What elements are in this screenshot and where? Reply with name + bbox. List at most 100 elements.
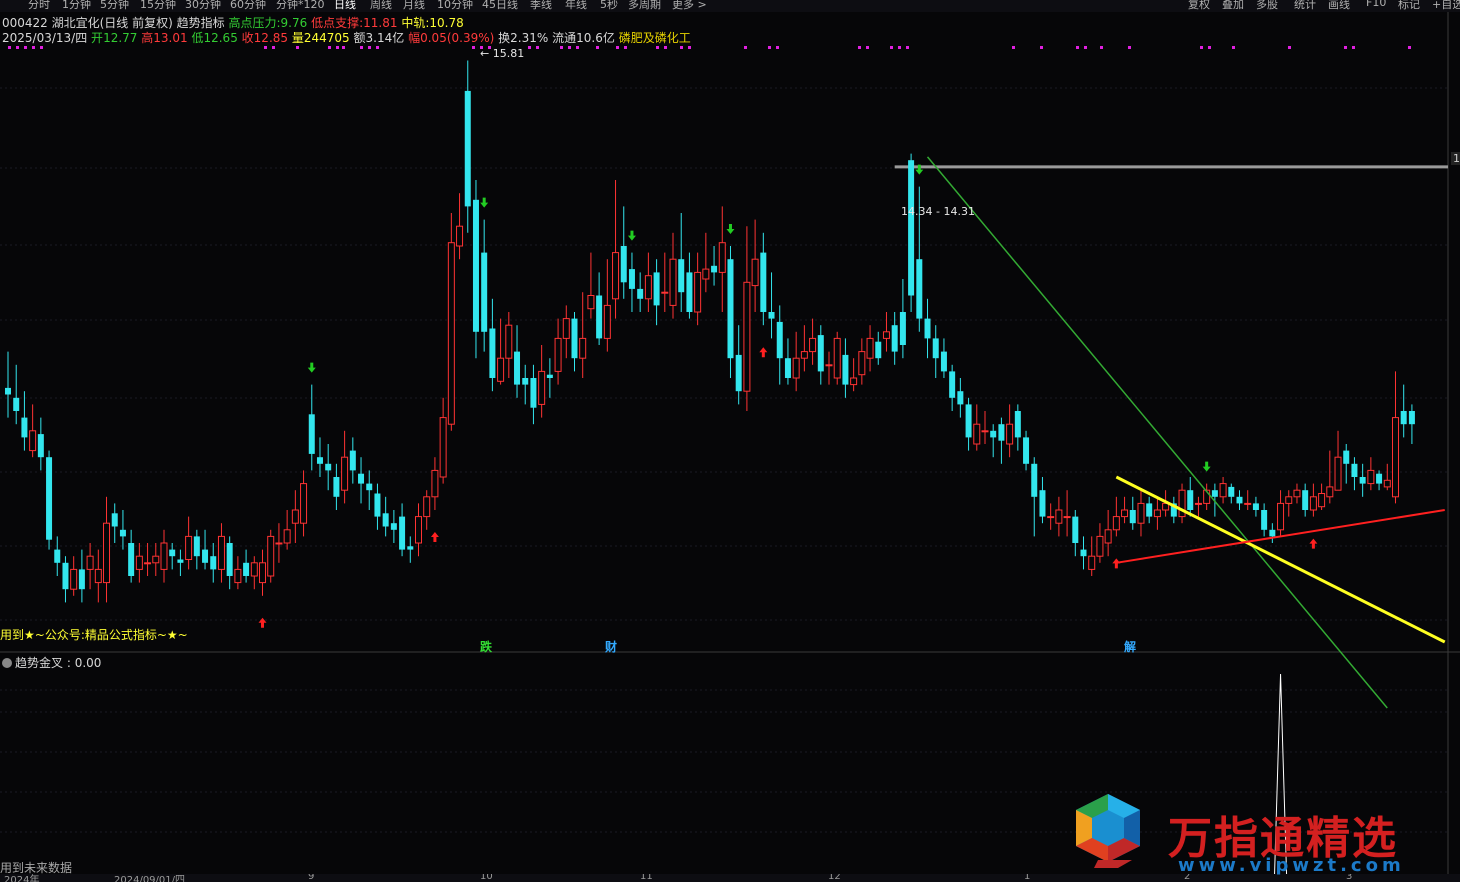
buy-arrow-icon	[1309, 538, 1318, 549]
candle-body	[792, 357, 800, 379]
candle-body	[185, 535, 193, 561]
candle-body	[5, 387, 11, 395]
candle-body	[1269, 529, 1276, 537]
candle-body	[678, 259, 685, 293]
candle-body	[661, 291, 669, 294]
candle-body	[1014, 411, 1021, 438]
candle-body	[809, 337, 817, 353]
right-price-tag: 14	[1451, 152, 1460, 165]
candle-body	[78, 569, 85, 590]
candle-body	[1252, 503, 1259, 510]
signal-dot	[16, 46, 19, 49]
candle-body	[957, 391, 964, 405]
candle-body	[1400, 411, 1407, 425]
candle-body	[1194, 502, 1202, 505]
signal-dot	[898, 46, 901, 49]
candle-body	[1104, 529, 1112, 544]
candle-body	[217, 535, 225, 570]
signal-dot	[328, 46, 331, 49]
candle-body	[1359, 477, 1366, 484]
candle-body	[202, 549, 209, 563]
signal-dot	[576, 46, 579, 49]
candle-body	[760, 252, 767, 312]
candle-body	[447, 242, 455, 425]
candle-body	[1129, 510, 1136, 524]
candle-body	[702, 268, 710, 280]
signal-dot	[1200, 46, 1203, 49]
candle-body	[882, 331, 890, 339]
candle-body	[1383, 479, 1391, 488]
candle-body	[316, 457, 323, 464]
candle-body	[965, 404, 972, 438]
signal-dot	[272, 46, 275, 49]
candle-body	[916, 259, 923, 319]
candle-body	[1277, 502, 1285, 531]
signal-dot	[40, 46, 43, 49]
date-axis-tick-4: 11	[640, 874, 653, 882]
candle-body	[1023, 437, 1030, 464]
candle-body	[686, 272, 693, 312]
high-price-label: ← 15.81	[480, 47, 525, 60]
event-marker-0[interactable]: 跌	[479, 638, 493, 655]
candle-body	[866, 337, 874, 359]
indicator-name-sub[interactable]: 趋势金叉	[15, 656, 63, 670]
candle-body	[29, 430, 37, 452]
signal-dot	[596, 46, 599, 49]
candle-body	[637, 288, 644, 299]
promo-text: 用到★~公众号:精品公式指标~★~	[0, 628, 188, 642]
signal-dot	[688, 46, 691, 49]
candle-body	[1121, 509, 1129, 518]
candle-body	[932, 338, 939, 359]
event-marker-1[interactable]: 财	[604, 638, 618, 655]
candle-body	[325, 463, 332, 471]
date-axis-tick-0: 2024年	[4, 875, 40, 882]
candle-body	[1391, 417, 1399, 498]
brand-logo-icon	[1076, 794, 1140, 868]
candle-body	[152, 555, 160, 564]
candle-body	[439, 417, 447, 478]
candle-body	[267, 535, 275, 577]
high-price-value: 15.81	[492, 47, 525, 60]
candle-body	[981, 430, 989, 433]
candle-body	[1088, 555, 1096, 570]
candle-body	[415, 516, 422, 544]
signal-dot	[1084, 46, 1087, 49]
candle-body	[1244, 502, 1252, 505]
sr-band-label: 14.34 - 14.31	[901, 205, 975, 218]
candle-body	[587, 295, 595, 310]
candle-body	[571, 318, 578, 359]
candle-body	[1063, 516, 1071, 519]
candle-body	[579, 337, 587, 359]
signal-dot	[1352, 46, 1355, 49]
candle-body	[21, 417, 28, 438]
brand-url: www.vipwzt.com	[1178, 855, 1405, 876]
signal-dot	[1232, 46, 1235, 49]
date-axis-tick-6: 1	[1024, 874, 1031, 882]
candle-body	[234, 568, 242, 584]
candle-body	[990, 430, 997, 438]
buy-arrow-icon	[1112, 558, 1121, 569]
candle-body	[103, 522, 111, 584]
candle-body	[743, 281, 751, 392]
trend-line-green	[926, 156, 1388, 709]
candle-body	[1326, 486, 1334, 498]
date-axis-tick-1: 2024/09/01/四	[114, 875, 186, 882]
candle-body	[456, 225, 464, 247]
buy-arrow-icon	[430, 532, 439, 542]
candle-body	[653, 272, 660, 306]
kline-chart[interactable]	[0, 0, 1460, 882]
signal-dot	[1128, 46, 1131, 49]
event-marker-2[interactable]: 解	[1123, 638, 1137, 655]
candle-body	[940, 351, 947, 372]
candle-body	[620, 246, 627, 283]
candle-body	[1137, 502, 1145, 524]
signal-dot	[264, 46, 267, 49]
indicator-settings-icon[interactable]	[2, 658, 12, 668]
candle-body	[924, 318, 931, 339]
candle-body	[1309, 496, 1317, 511]
candle-body	[669, 258, 677, 306]
candle-body	[768, 312, 775, 319]
candle-body	[505, 324, 513, 359]
candle-body	[562, 318, 570, 339]
candle-body	[70, 568, 78, 590]
